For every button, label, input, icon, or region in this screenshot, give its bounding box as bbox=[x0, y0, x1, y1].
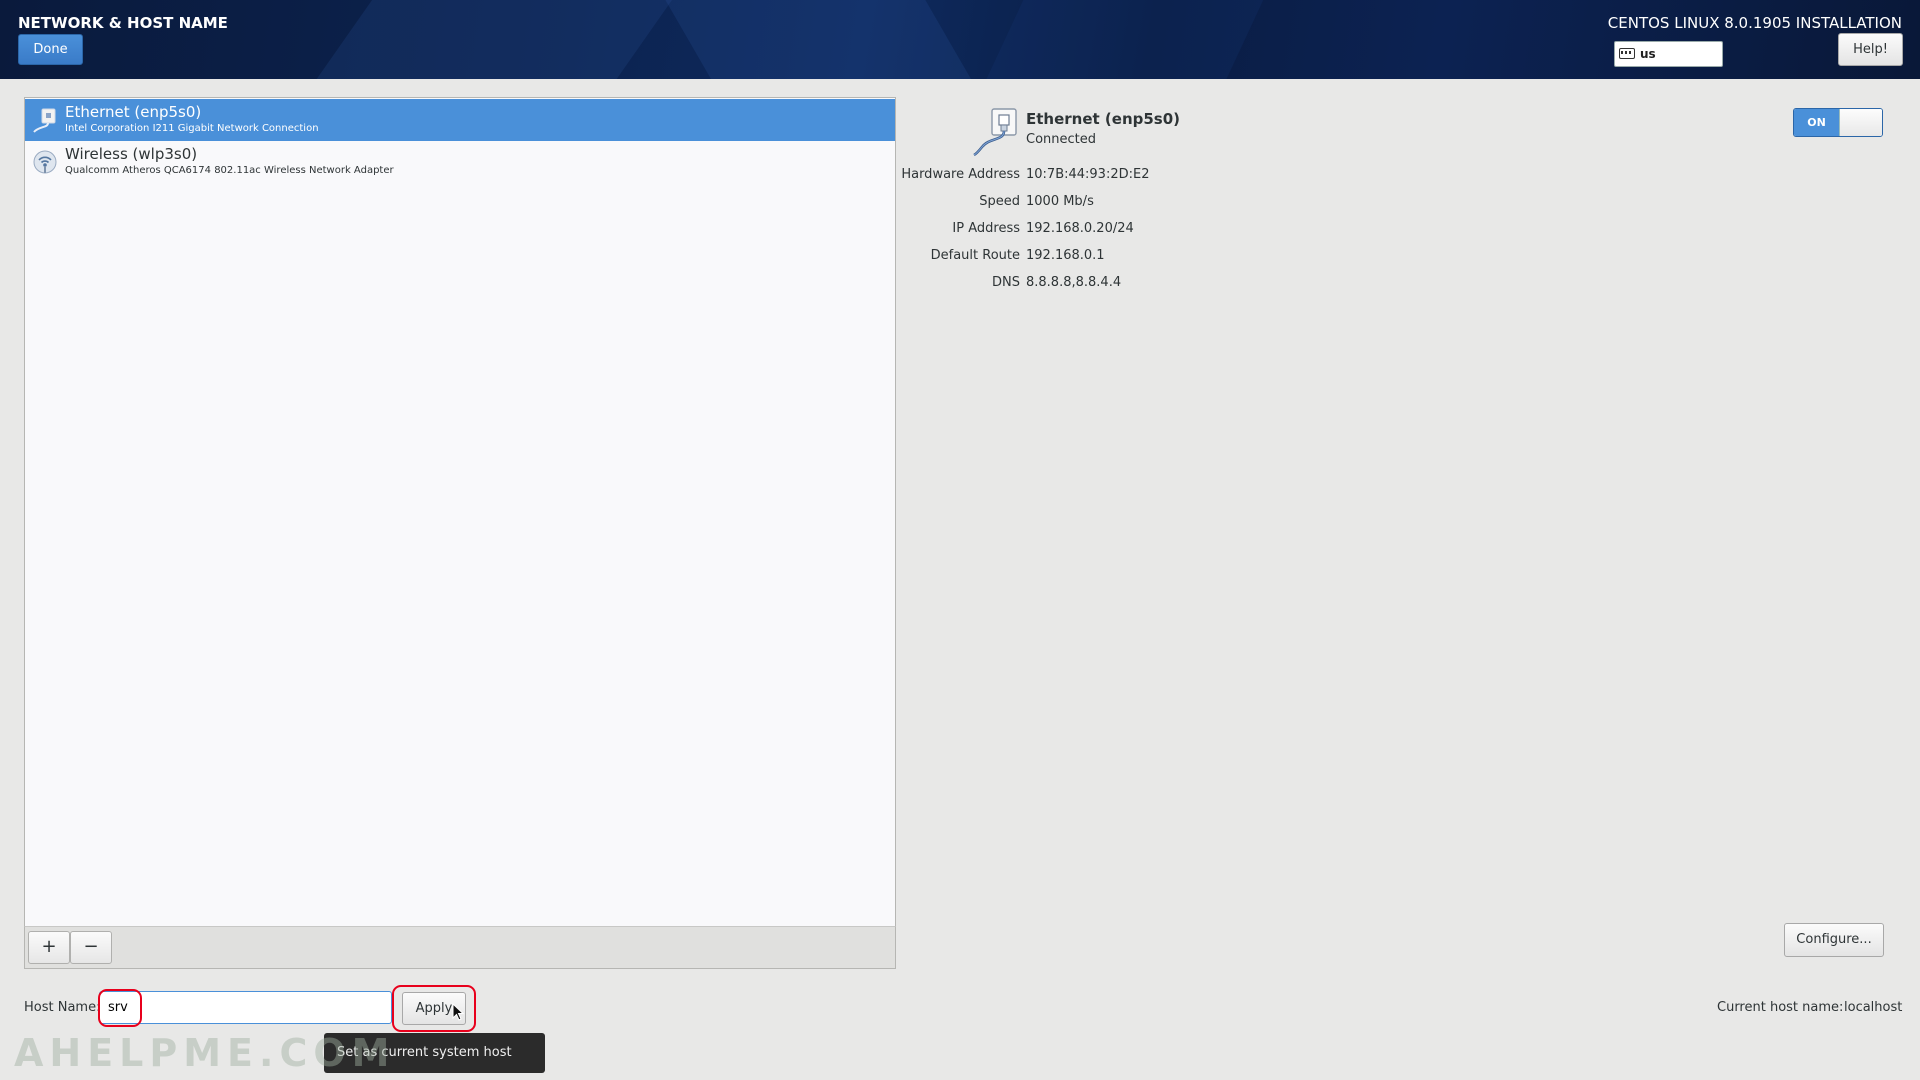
detail-value-speed: 1000 Mb/s bbox=[1026, 194, 1094, 209]
add-device-button[interactable]: + bbox=[28, 931, 70, 964]
device-description: Qualcomm Atheros QCA6174 802.11ac Wirele… bbox=[65, 165, 394, 176]
toggle-knob bbox=[1839, 109, 1882, 136]
help-button[interactable]: Help! bbox=[1838, 33, 1903, 66]
device-name: Ethernet (enp5s0) bbox=[65, 103, 202, 121]
connection-toggle[interactable]: ON bbox=[1793, 108, 1883, 137]
device-name: Wireless (wlp3s0) bbox=[65, 145, 198, 163]
detail-label-speed: Speed bbox=[979, 194, 1020, 209]
mouse-cursor-icon bbox=[452, 1003, 464, 1021]
detail-label-default-route: Default Route bbox=[930, 248, 1020, 263]
detail-connection-status: Connected bbox=[1026, 132, 1097, 147]
host-name-input[interactable] bbox=[99, 991, 392, 1024]
detail-device-name: Ethernet (enp5s0) bbox=[1026, 110, 1181, 128]
header-decoration bbox=[962, 0, 1278, 79]
configure-button[interactable]: Configure... bbox=[1784, 923, 1884, 957]
keyboard-layout-label: us bbox=[1640, 47, 1656, 61]
ethernet-icon bbox=[973, 108, 1017, 157]
detail-value-hardware-address: 10:7B:44:93:2D:E2 bbox=[1026, 167, 1150, 182]
detail-value-ip-address: 192.168.0.20/24 bbox=[1026, 221, 1134, 236]
ethernet-icon bbox=[33, 108, 56, 133]
top-header: NETWORK & HOST NAME Done CENTOS LINUX 8.… bbox=[0, 0, 1920, 79]
device-description: Intel Corporation I211 Gigabit Network C… bbox=[65, 123, 319, 134]
host-name-label: Host Name: bbox=[24, 1000, 101, 1015]
detail-label-dns: DNS bbox=[992, 275, 1020, 290]
detail-label-hardware-address: Hardware Address bbox=[901, 167, 1020, 182]
watermark: AHELPME.COM bbox=[14, 1031, 396, 1075]
header-decoration bbox=[653, 0, 1007, 79]
installation-title: CENTOS LINUX 8.0.1905 INSTALLATION bbox=[1607, 14, 1902, 32]
device-toolbar: + − bbox=[24, 926, 896, 969]
header-decoration bbox=[259, 0, 701, 79]
detail-label-ip-address: IP Address bbox=[952, 221, 1020, 236]
device-row-ethernet[interactable]: Ethernet (enp5s0) Intel Corporation I211… bbox=[25, 99, 895, 141]
remove-device-button[interactable]: − bbox=[70, 931, 112, 964]
current-host-name-value: localhost bbox=[1844, 1000, 1903, 1015]
toggle-on-label: ON bbox=[1794, 109, 1839, 136]
device-row-wireless[interactable]: Wireless (wlp3s0) Qualcomm Atheros QCA61… bbox=[25, 141, 895, 183]
page-title: NETWORK & HOST NAME bbox=[18, 14, 228, 32]
detail-value-dns: 8.8.8.8,8.8.4.4 bbox=[1026, 275, 1122, 290]
done-button[interactable]: Done bbox=[18, 34, 83, 65]
keyboard-icon bbox=[1619, 48, 1635, 59]
current-host-name-label: Current host name: bbox=[1717, 1000, 1844, 1015]
detail-value-default-route: 192.168.0.1 bbox=[1026, 248, 1105, 263]
device-list: Ethernet (enp5s0) Intel Corporation I211… bbox=[24, 97, 896, 927]
wireless-icon bbox=[33, 150, 57, 174]
keyboard-layout-indicator[interactable]: us bbox=[1614, 41, 1723, 67]
